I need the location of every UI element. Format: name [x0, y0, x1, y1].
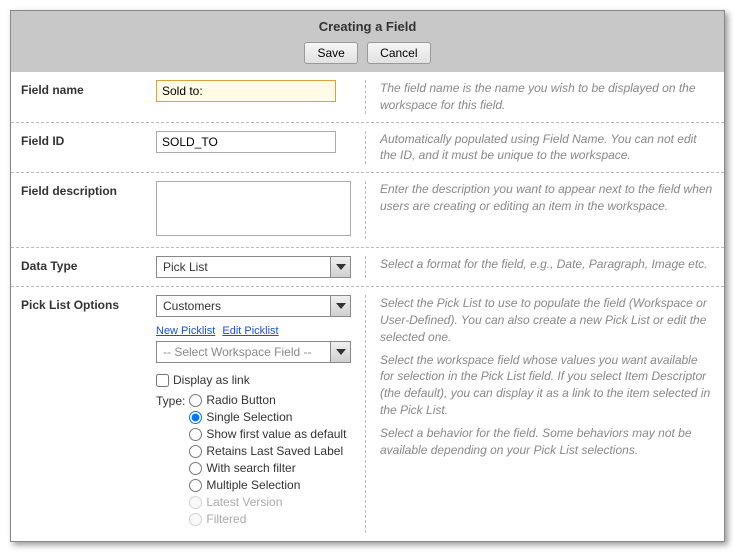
radio-multiple[interactable] [189, 479, 202, 492]
radio-single-selection[interactable] [189, 411, 202, 424]
workspace-field-placeholder: -- Select Workspace Field -- [157, 345, 330, 359]
edit-picklist-link[interactable]: Edit Picklist [222, 325, 278, 337]
new-picklist-link[interactable]: New Picklist [156, 325, 215, 337]
cancel-button[interactable]: Cancel [367, 42, 430, 64]
dropdown-icon [330, 257, 350, 277]
radio-radio-button[interactable] [189, 394, 202, 407]
field-id-input[interactable] [156, 131, 336, 153]
save-button[interactable]: Save [304, 42, 357, 64]
picklist-label: Pick List Options [21, 295, 156, 533]
picklist-select[interactable]: Customers [156, 295, 351, 317]
data-type-help: Select a format for the field, e.g., Dat… [366, 256, 714, 278]
field-name-help: The field name is the name you wish to b… [366, 80, 714, 114]
picklist-help-2: Select the workspace field whose values … [380, 352, 714, 419]
field-id-label: Field ID [21, 131, 156, 165]
field-desc-help: Enter the description you want to appear… [366, 181, 714, 239]
picklist-help-3: Select a behavior for the field. Some be… [380, 425, 714, 459]
dialog-title: Creating a Field [11, 11, 724, 42]
create-field-dialog: Creating a Field Save Cancel Field name … [10, 10, 725, 542]
display-as-link-checkbox[interactable] [156, 374, 169, 387]
type-label: Type: [156, 393, 185, 408]
field-name-input[interactable] [156, 80, 336, 102]
display-as-link-label: Display as link [173, 373, 250, 387]
dropdown-icon [330, 296, 350, 316]
radio-show-first[interactable] [189, 428, 202, 441]
data-type-label: Data Type [21, 256, 156, 278]
dropdown-icon [330, 342, 350, 362]
radio-search-filter[interactable] [189, 462, 202, 475]
data-type-select[interactable]: Pick List [156, 256, 351, 278]
field-desc-input[interactable] [156, 181, 351, 236]
workspace-field-select[interactable]: -- Select Workspace Field -- [156, 341, 351, 363]
picklist-help-1: Select the Pick List to use to populate … [380, 295, 714, 345]
data-type-value: Pick List [157, 260, 330, 274]
field-desc-label: Field description [21, 181, 156, 239]
radio-retains[interactable] [189, 445, 202, 458]
field-name-label: Field name [21, 80, 156, 114]
field-id-help: Automatically populated using Field Name… [366, 131, 714, 165]
picklist-value: Customers [157, 299, 330, 313]
radio-filtered [189, 513, 202, 526]
dialog-toolbar: Save Cancel [11, 42, 724, 72]
radio-latest-version [189, 496, 202, 509]
